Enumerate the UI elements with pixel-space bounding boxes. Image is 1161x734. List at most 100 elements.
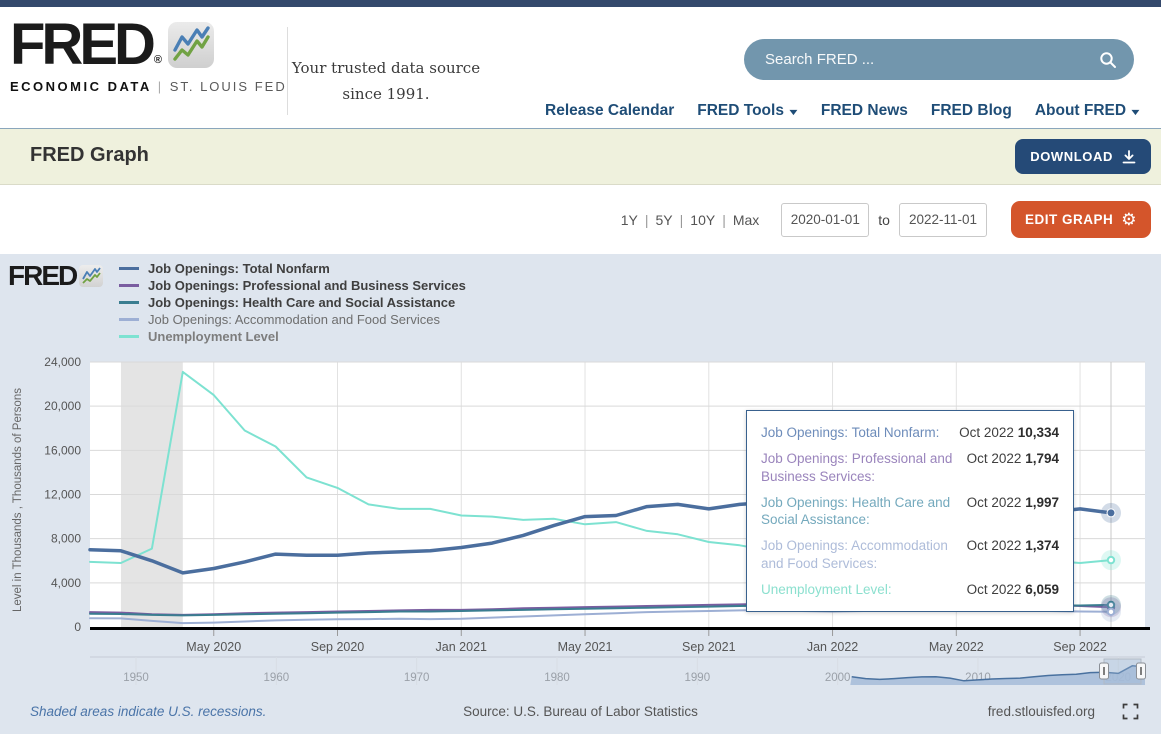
x-tick-label: May 2021 bbox=[558, 640, 613, 654]
decade-label: 1960 bbox=[264, 672, 290, 684]
x-tick-label: Sep 2020 bbox=[311, 640, 365, 654]
tooltip-row: Job Openings: Accommodation and Food Ser… bbox=[761, 537, 1059, 572]
y-tick-label: 24,000 bbox=[44, 355, 81, 369]
tooltip-value: Oct 2022 1,374 bbox=[966, 538, 1059, 554]
chart-legend: Job Openings: Total Nonfarm Job Openings:… bbox=[119, 260, 466, 345]
panel-footer: Shaded areas indicate U.S. recessions. S… bbox=[0, 695, 1161, 734]
tooltip-series-label: Job Openings: Accommodation and Food Ser… bbox=[761, 538, 948, 571]
logo-subtitle: ECONOMIC DATA | ST. LOUIS FED bbox=[10, 79, 287, 95]
download-icon bbox=[1122, 149, 1136, 164]
tagline-line2: since 1991. bbox=[342, 85, 430, 104]
legend-label: Job Openings: Accommodation and Food Ser… bbox=[148, 312, 440, 327]
tooltip-row: Job Openings: Professional and Business … bbox=[761, 450, 1059, 485]
legend-item: Job Openings: Health Care and Social Ass… bbox=[119, 294, 466, 311]
legend-label: Job Openings: Health Care and Social Ass… bbox=[148, 295, 456, 310]
registered-mark: ® bbox=[153, 54, 162, 67]
range-selected-window[interactable] bbox=[1103, 658, 1142, 685]
x-tick-label: Sep 2021 bbox=[682, 640, 736, 654]
y-tick-label: 20,000 bbox=[44, 399, 81, 413]
watermark-chart-icon bbox=[79, 265, 104, 287]
chevron-down-icon: ▼ bbox=[786, 107, 801, 117]
site-url: fred.stlouisfed.org bbox=[987, 704, 1095, 719]
y-tick-label: 16,000 bbox=[44, 443, 81, 457]
start-date-input[interactable] bbox=[781, 202, 870, 237]
range-links: 1Y | 5Y | 10Y | Max bbox=[620, 211, 760, 228]
decade-label: 1990 bbox=[685, 672, 711, 684]
tooltip-series-label: Job Openings: Health Care and Social Ass… bbox=[761, 494, 951, 528]
x-tick-label: Jan 2021 bbox=[436, 640, 487, 654]
tooltip-value: Oct 2022 10,334 bbox=[959, 425, 1059, 440]
site-header: FRED ® ECONOMIC DATA | ST. LOUIS FED Your … bbox=[0, 7, 1161, 128]
tooltip-row: Job Openings: Total Nonfarm: Oct 2022 10,… bbox=[761, 424, 1059, 441]
range-link-1y[interactable]: 1Y bbox=[621, 212, 638, 228]
tooltip-series-label: Job Openings: Professional and Business … bbox=[761, 451, 953, 484]
range-link-10y[interactable]: 10Y bbox=[690, 212, 715, 228]
legend-swatch bbox=[119, 267, 139, 270]
decade-label: 2000 bbox=[825, 672, 851, 684]
search-icon[interactable] bbox=[1099, 51, 1117, 69]
fred-logo[interactable]: FRED ® ECONOMIC DATA | ST. LOUIS FED bbox=[10, 12, 287, 95]
gear-icon: ⚙ bbox=[1121, 209, 1137, 229]
tagline: Your trusted data source since 1991. bbox=[288, 55, 484, 108]
y-tick-label: 0 bbox=[74, 620, 81, 634]
tooltip-value: Oct 2022 6,059 bbox=[966, 581, 1059, 597]
graph-title-bar: FRED Graph DOWNLOAD bbox=[0, 128, 1161, 185]
nav-item-fred-blog[interactable]: FRED Blog bbox=[931, 102, 1012, 120]
tooltip-row: Job Openings: Health Care and Social Ass… bbox=[761, 494, 1059, 529]
nav-item-fred-news[interactable]: FRED News bbox=[821, 102, 908, 120]
marker-dot bbox=[1106, 555, 1116, 565]
tooltip-series-label: Unemployment Level: bbox=[761, 581, 892, 597]
tooltip-value: Oct 2022 1,997 bbox=[966, 494, 1059, 510]
x-tick-label: May 2022 bbox=[929, 640, 984, 654]
fullscreen-icon[interactable] bbox=[1122, 703, 1139, 723]
y-tick-label: 12,000 bbox=[44, 488, 81, 502]
tooltip-value: Oct 2022 1,794 bbox=[966, 451, 1059, 467]
legend-item: Job Openings: Professional and Business … bbox=[119, 277, 466, 294]
legend-swatch bbox=[119, 335, 139, 338]
nav-item-release-calendar[interactable]: Release Calendar bbox=[545, 102, 674, 120]
nav-item-fred-tools[interactable]: FRED Tools ▼ bbox=[697, 102, 801, 120]
legend-label: Job Openings: Professional and Business … bbox=[148, 278, 466, 293]
legend-label: Unemployment Level bbox=[148, 329, 279, 344]
range-link-max[interactable]: Max bbox=[733, 212, 759, 228]
decade-label: 1980 bbox=[544, 672, 570, 684]
graph-panel: FRED Job Openings: Total Nonfarm Job Open… bbox=[0, 254, 1161, 734]
decade-label: 1970 bbox=[404, 672, 430, 684]
legend-swatch bbox=[119, 318, 139, 321]
page-title: FRED Graph bbox=[30, 144, 149, 166]
edit-graph-button[interactable]: EDIT GRAPH ⚙ bbox=[1010, 201, 1151, 238]
legend-item: Unemployment Level bbox=[119, 328, 466, 345]
x-tick-label: May 2020 bbox=[186, 640, 241, 654]
nav-item-about-fred[interactable]: About FRED ▼ bbox=[1035, 102, 1143, 120]
y-tick-label: 4,000 bbox=[51, 576, 81, 590]
legend-swatch bbox=[119, 284, 139, 287]
y-tick-label: 8,000 bbox=[51, 532, 81, 546]
legend-item: Job Openings: Accommodation and Food Ser… bbox=[119, 311, 466, 328]
end-date-input[interactable] bbox=[898, 202, 987, 237]
x-tick-label: Sep 2022 bbox=[1053, 640, 1107, 654]
marker-dot bbox=[1106, 508, 1116, 518]
decade-label: 1950 bbox=[123, 672, 149, 684]
tagline-line1: Your trusted data source bbox=[291, 59, 481, 77]
graph-controls: 1Y|5Y|10Y|Max to EDIT GRAPH ⚙ bbox=[0, 185, 1161, 254]
range-link-5y[interactable]: 5Y bbox=[656, 212, 673, 228]
marker-dot bbox=[1106, 607, 1116, 617]
date-to-label: to bbox=[878, 211, 890, 228]
legend-item: Job Openings: Total Nonfarm bbox=[119, 260, 466, 277]
search-bar[interactable] bbox=[744, 39, 1134, 80]
search-input[interactable] bbox=[765, 51, 1099, 68]
x-tick-label: Jan 2022 bbox=[807, 640, 858, 654]
legend-label: Job Openings: Total Nonfarm bbox=[148, 261, 330, 276]
chart-tooltip: Job Openings: Total Nonfarm: Oct 2022 10,… bbox=[746, 410, 1074, 613]
top-accent-bar bbox=[0, 0, 1161, 7]
chart-watermark: FRED bbox=[8, 260, 104, 292]
fred-chart-icon bbox=[168, 22, 214, 68]
legend-swatch bbox=[119, 301, 139, 304]
tooltip-row: Unemployment Level: Oct 2022 6,059 bbox=[761, 581, 1059, 598]
watermark-fred-text: FRED bbox=[8, 260, 78, 291]
download-button[interactable]: DOWNLOAD bbox=[1015, 139, 1151, 174]
fred-logo-text: FRED bbox=[10, 12, 156, 77]
tooltip-series-label: Job Openings: Total Nonfarm: bbox=[761, 425, 940, 440]
chevron-down-icon: ▼ bbox=[1128, 107, 1143, 117]
main-nav: Release Calendar FRED Tools ▼ FRED News FRED… bbox=[545, 102, 1143, 120]
